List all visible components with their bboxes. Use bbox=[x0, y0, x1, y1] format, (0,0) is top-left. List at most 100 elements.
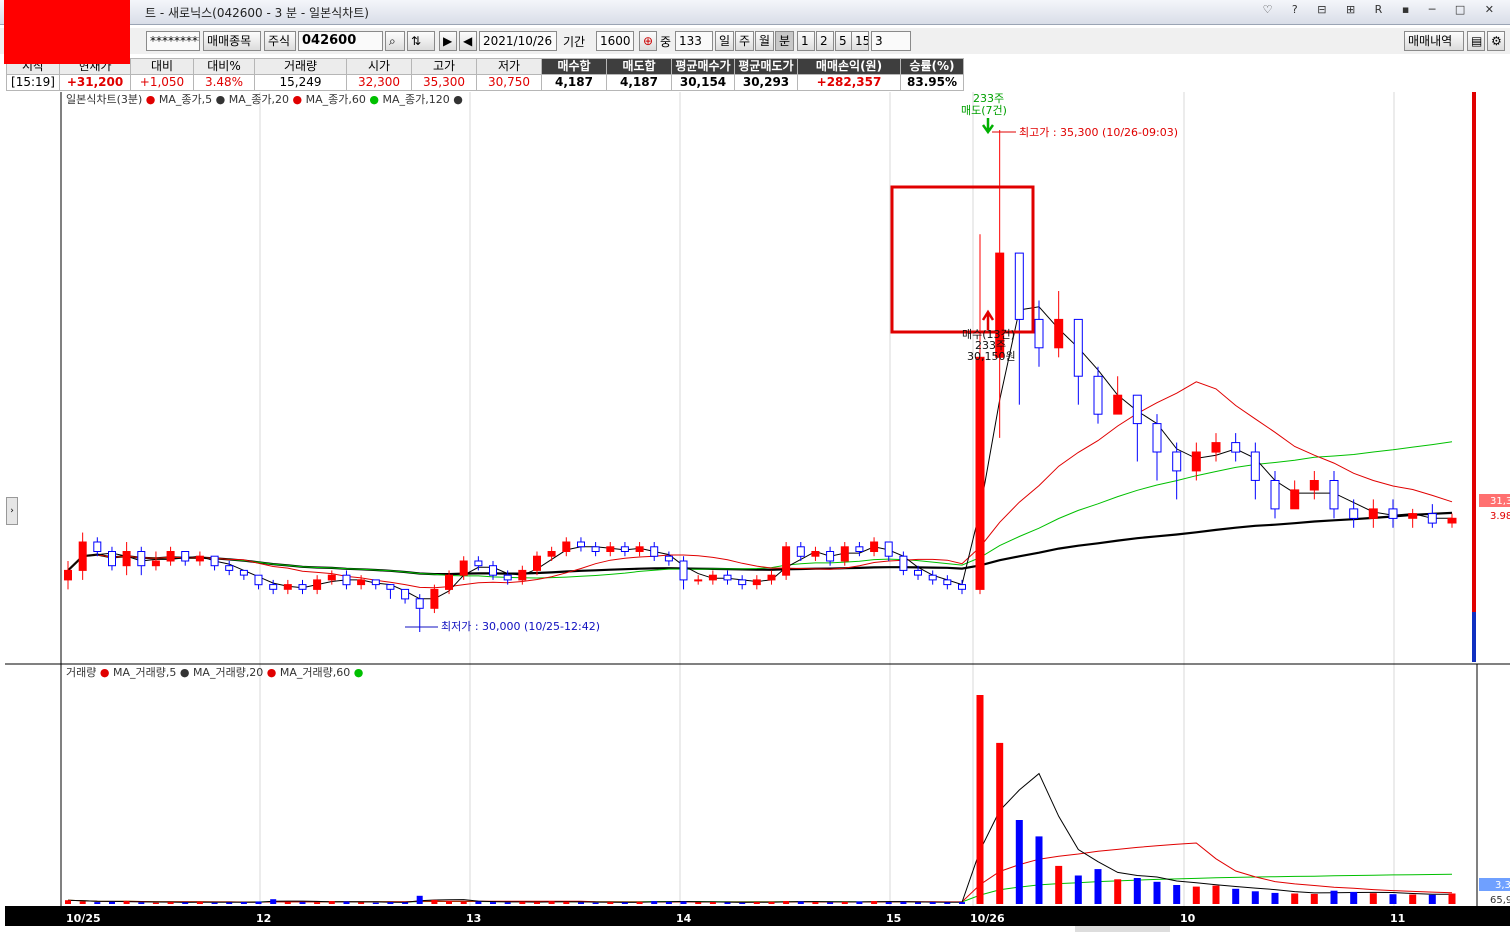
volume-bar bbox=[812, 902, 819, 904]
unit-month[interactable]: 월 bbox=[755, 31, 774, 51]
x-tick-label: 11 bbox=[1390, 912, 1405, 925]
candle-down bbox=[1073, 318, 1083, 377]
x-tick-label: 10/25 bbox=[66, 912, 101, 925]
candle-down bbox=[1388, 508, 1398, 519]
candle-up bbox=[357, 579, 366, 586]
val-pnl: +282,357 bbox=[797, 74, 901, 91]
candle-down bbox=[723, 574, 732, 581]
candle-up bbox=[283, 584, 292, 590]
volume-bar bbox=[827, 902, 834, 904]
candle-up bbox=[430, 588, 439, 609]
unit-1[interactable]: 1 bbox=[797, 31, 815, 51]
candle-down bbox=[181, 551, 190, 562]
play-next-icon[interactable]: ▶ bbox=[439, 31, 457, 51]
volume-bar bbox=[1369, 893, 1377, 904]
password-field[interactable]: ********* bbox=[146, 31, 200, 51]
mid-input[interactable]: 133 bbox=[675, 31, 713, 51]
candle-up bbox=[562, 541, 571, 552]
val-low: 30,750 bbox=[476, 74, 542, 91]
val-volume: 15,249 bbox=[254, 74, 347, 91]
right-scroll-blue[interactable] bbox=[1472, 612, 1476, 662]
candle-down bbox=[1231, 442, 1241, 453]
unit-minute[interactable]: 분 bbox=[775, 31, 794, 51]
val-high: 35,300 bbox=[411, 74, 477, 91]
candle-down bbox=[489, 565, 497, 576]
play-prev-icon[interactable]: ◀ bbox=[459, 31, 477, 51]
candle-down bbox=[1093, 375, 1103, 415]
panel-expand-tab[interactable]: › bbox=[6, 497, 18, 525]
val-buy-sum: 4,187 bbox=[541, 74, 607, 91]
volume-bar bbox=[1350, 891, 1358, 904]
val-sell-sum: 4,187 bbox=[606, 74, 672, 91]
stock-chart[interactable]: 일본식차트(3분) ● MA_종가,5 ● MA_종가,20 ● MA_종가,6… bbox=[0, 92, 1510, 932]
candle-down bbox=[93, 541, 102, 552]
candle-up bbox=[78, 541, 87, 571]
val-winrate: 83.95% bbox=[900, 74, 964, 91]
volume-bar bbox=[651, 901, 658, 904]
candle-up bbox=[1113, 394, 1123, 415]
unit-2[interactable]: 2 bbox=[816, 31, 834, 51]
hdr-open: 시가 bbox=[346, 58, 412, 75]
volume-bar bbox=[372, 902, 379, 904]
interval-select[interactable]: 3 bbox=[871, 31, 911, 51]
window-control-icons[interactable]: ♡ ? ⊟ ⊞ R ▪ ─ □ ✕ bbox=[1263, 3, 1502, 16]
market-select[interactable]: 주식 bbox=[264, 31, 296, 51]
candle-down bbox=[298, 584, 307, 590]
candle-down bbox=[796, 546, 805, 557]
unit-week[interactable]: 주 bbox=[735, 31, 754, 51]
current-price-tag-text: 31,3 bbox=[1490, 496, 1510, 507]
volume-bar bbox=[885, 902, 892, 904]
search-icon[interactable]: ⌕ bbox=[385, 31, 405, 51]
candle-up bbox=[870, 541, 879, 552]
volume-bar bbox=[1153, 881, 1161, 904]
candle-down bbox=[254, 574, 263, 586]
volume-bar bbox=[167, 902, 174, 904]
candle-up bbox=[811, 551, 820, 557]
candle-up bbox=[459, 560, 468, 576]
candle-up bbox=[1211, 442, 1221, 453]
candle-up bbox=[1054, 318, 1064, 349]
volume-bar bbox=[343, 901, 350, 904]
volume-bar bbox=[768, 901, 775, 904]
candle-down bbox=[401, 588, 410, 600]
volume-bar bbox=[314, 902, 321, 904]
volume-bar bbox=[1448, 893, 1456, 904]
candle-down bbox=[591, 546, 600, 552]
volume-bar bbox=[695, 902, 702, 904]
volume-bar bbox=[1074, 875, 1082, 904]
candle-up bbox=[1368, 508, 1378, 519]
date-input[interactable]: 2021/10/26 bbox=[479, 31, 557, 51]
volume-bar bbox=[475, 901, 482, 904]
volume-bar bbox=[196, 901, 203, 904]
val-change: +1,050 bbox=[130, 74, 194, 91]
volume-bar bbox=[226, 902, 233, 904]
volume-bar bbox=[387, 902, 394, 904]
candle-down bbox=[899, 555, 908, 571]
volume-bar bbox=[1271, 892, 1279, 904]
buy-price-label: 30,150원 bbox=[967, 350, 1016, 363]
volume-bar bbox=[211, 902, 218, 904]
volume-bar bbox=[1212, 885, 1220, 904]
period-input[interactable]: 1600 bbox=[596, 31, 634, 51]
volume-bar bbox=[240, 902, 247, 904]
volume-bar bbox=[1232, 888, 1240, 904]
trade-history-button[interactable]: 매매내역 bbox=[1404, 31, 1464, 51]
candle-down bbox=[1034, 318, 1044, 349]
candle-up bbox=[606, 546, 615, 552]
volume-legend: 거래량 ● MA_거래량,5 ● MA_거래량,20 ● MA_거래량,60 ● bbox=[66, 666, 363, 679]
right-scroll-red[interactable] bbox=[1472, 92, 1476, 662]
x-tick-label: 15 bbox=[886, 912, 901, 925]
stock-code-input[interactable]: 042600 bbox=[298, 31, 383, 51]
chart-type-icon[interactable]: ⊕ bbox=[639, 31, 657, 51]
sort-icon[interactable]: ⇅ bbox=[407, 31, 435, 51]
unit-15[interactable]: 15 bbox=[851, 31, 869, 51]
status-strip bbox=[1075, 926, 1170, 932]
candle-down bbox=[239, 569, 248, 576]
volume-bar bbox=[636, 901, 643, 904]
trade-item-button[interactable]: 매매종목 bbox=[203, 31, 261, 51]
print-icon[interactable]: ▤ bbox=[1467, 31, 1485, 51]
candle-down bbox=[342, 574, 351, 586]
unit-day[interactable]: 일 bbox=[715, 31, 734, 51]
settings-icon[interactable]: ⚙ bbox=[1487, 31, 1505, 51]
candle-up bbox=[533, 555, 541, 571]
